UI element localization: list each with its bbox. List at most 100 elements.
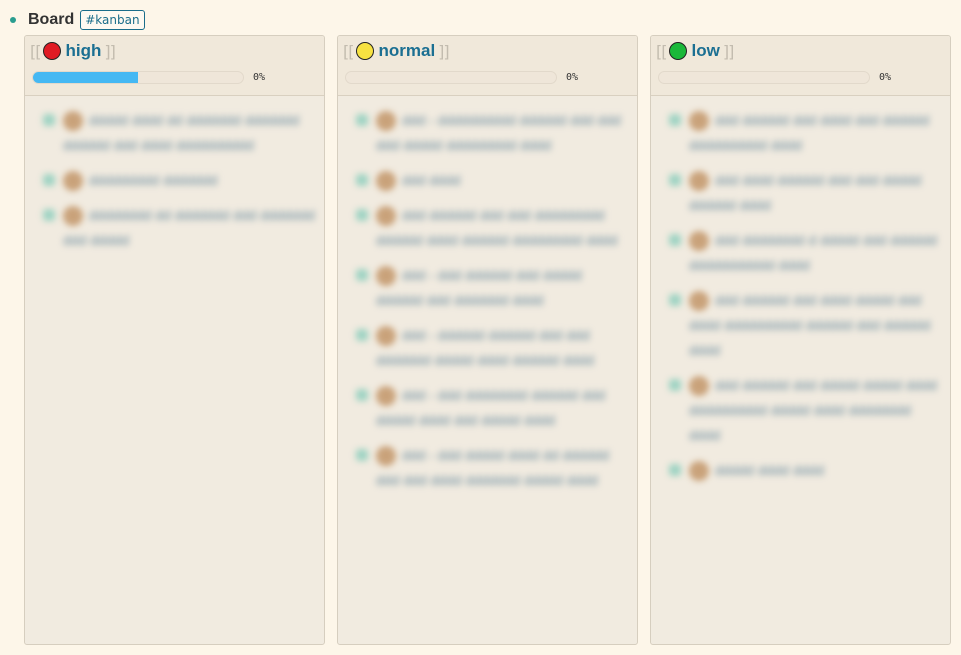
green-circle-icon	[669, 42, 688, 60]
card-title: ddd dddddd ddd ddddd ddddd dddd dddddddd…	[689, 377, 937, 443]
card-text[interactable]: ddd dddddd ddd ddddd ddddd dddd dddddddd…	[689, 373, 942, 448]
card-checkbox[interactable]	[43, 209, 55, 221]
progress-percent: 0%	[879, 72, 892, 83]
card-checkbox[interactable]	[356, 114, 368, 126]
card-text[interactable]: ddd dddddd ddd dddd ddd dddddd ddddddddd…	[689, 108, 942, 158]
column-normal: [[ normal ]] 0% ddd - dddddddddd dddddd …	[337, 35, 638, 645]
card-text[interactable]: ddd dddd	[376, 168, 629, 193]
thumbnail-icon	[689, 111, 709, 132]
card-checkbox[interactable]	[669, 114, 681, 126]
red-circle-icon	[43, 42, 62, 60]
card-title: ddd - dddddd dddddd ddd ddd ddddddd dddd…	[376, 327, 594, 368]
kanban-board-page: Board #kanban [[ high ]] 0% ddddd dddd d…	[0, 0, 961, 655]
card-checkbox[interactable]	[356, 389, 368, 401]
card-checkbox[interactable]	[356, 269, 368, 281]
card-text[interactable]: ddd - ddd dddddddd dddddd ddd ddddd dddd…	[376, 383, 629, 433]
card-checkbox[interactable]	[669, 464, 681, 476]
thumbnail-icon	[376, 206, 396, 227]
column-high: [[ high ]] 0% ddddd dddd dd ddddddd dddd…	[24, 35, 325, 645]
card-text[interactable]: ddddd dddd dddd	[689, 458, 942, 483]
card-checkbox[interactable]	[356, 174, 368, 186]
card-checkbox[interactable]	[43, 174, 55, 186]
thumbnail-icon	[376, 171, 396, 192]
kanban-tag[interactable]: #kanban	[80, 10, 145, 30]
card-title: ddd dddddd ddd ddd ddddddddd dddddd dddd…	[376, 207, 618, 248]
card-item[interactable]: ddd - ddd ddddd dddd dd dddddd ddd ddd d…	[356, 443, 629, 493]
card-title: dddddddd dd ddddddd ddd ddddddd ddd dddd…	[63, 207, 315, 248]
card-item[interactable]: ddd dddddddd d ddddd ddd dddddd dddddddd…	[669, 228, 942, 278]
card-text[interactable]: ddd dddddd ddd dddd ddddd ddd dddd ddddd…	[689, 288, 942, 363]
card-text[interactable]: ddd dddd dddddd ddd ddd ddddd dddddd ddd…	[689, 168, 942, 218]
card-text[interactable]: dddddddd dd ddddddd ddd ddddddd ddd dddd…	[63, 203, 316, 253]
card-item[interactable]: ddd dddd	[356, 168, 629, 193]
card-title: ddd - dddddddddd dddddd ddd ddd ddd dddd…	[376, 112, 621, 153]
open-bracket: [[	[30, 41, 42, 61]
column-title: [[ low ]]	[656, 41, 735, 61]
thumbnail-icon	[376, 266, 396, 287]
thumbnail-icon	[376, 386, 396, 407]
progress-bar	[32, 71, 244, 84]
card-text[interactable]: ddddd dddd dd ddddddd ddddddd dddddd ddd…	[63, 108, 316, 158]
column-header: [[ normal ]] 0%	[338, 36, 637, 96]
column-title: [[ high ]]	[30, 41, 116, 61]
card-title: ddd dddd dddddd ddd ddd ddddd dddddd ddd…	[689, 172, 922, 213]
board-title[interactable]: Board	[28, 11, 74, 29]
card-title: ddd dddddd ddd dddd ddd dddddd ddddddddd…	[689, 112, 930, 153]
card-checkbox[interactable]	[43, 114, 55, 126]
card-item[interactable]: ddd dddd dddddd ddd ddd ddddd dddddd ddd…	[669, 168, 942, 218]
card-item[interactable]: ddd - ddd dddddd ddd ddddd dddddd ddd dd…	[356, 263, 629, 313]
card-item[interactable]: ddddddddd ddddddd	[43, 168, 316, 193]
thumbnail-icon	[689, 461, 709, 482]
card-item[interactable]: dddddddd dd ddddddd ddd ddddddd ddd dddd…	[43, 203, 316, 253]
card-checkbox[interactable]	[669, 379, 681, 391]
column-header: [[ low ]] 0%	[651, 36, 950, 96]
progress-bar	[658, 71, 870, 84]
card-item[interactable]: ddd - dddddddddd dddddd ddd ddd ddd dddd…	[356, 108, 629, 158]
progress-percent: 0%	[566, 72, 579, 83]
card-item[interactable]: ddd dddddd ddd ddddd ddddd dddd dddddddd…	[669, 373, 942, 448]
card-checkbox[interactable]	[356, 449, 368, 461]
open-bracket: [[	[343, 41, 355, 61]
thumbnail-icon	[689, 231, 709, 252]
card-item[interactable]: ddddd dddd dd ddddddd ddddddd dddddd ddd…	[43, 108, 316, 158]
yellow-circle-icon	[356, 42, 375, 60]
card-text[interactable]: ddd dddddddd d ddddd ddd dddddd dddddddd…	[689, 228, 942, 278]
card-list: ddd - dddddddddd dddddd ddd ddd ddd dddd…	[338, 96, 637, 513]
column-label-link[interactable]: high	[65, 41, 101, 61]
column-label-link[interactable]: normal	[378, 41, 435, 61]
card-item[interactable]: ddddd dddd dddd	[669, 458, 942, 483]
card-list: ddd dddddd ddd dddd ddd dddddd ddddddddd…	[651, 96, 950, 503]
card-checkbox[interactable]	[669, 234, 681, 246]
column-label-link[interactable]: low	[691, 41, 719, 61]
board-header: Board #kanban	[10, 7, 145, 33]
card-text[interactable]: ddd - ddd ddddd dddd dd dddddd ddd ddd d…	[376, 443, 629, 493]
card-text[interactable]: ddd - dddddddddd dddddd ddd ddd ddd dddd…	[376, 108, 629, 158]
card-title: ddddd dddd dddd	[715, 462, 824, 478]
card-checkbox[interactable]	[356, 209, 368, 221]
column-header: [[ high ]] 0%	[25, 36, 324, 96]
close-bracket: ]]	[104, 41, 116, 61]
card-title: ddddd dddd dd ddddddd ddddddd dddddd ddd…	[63, 112, 300, 153]
card-text[interactable]: ddd - ddd dddddd ddd ddddd dddddd ddd dd…	[376, 263, 629, 313]
card-checkbox[interactable]	[669, 294, 681, 306]
card-title: ddd - ddd ddddd dddd dd dddddd ddd ddd d…	[376, 447, 610, 488]
card-text[interactable]: ddd - dddddd dddddd ddd ddd ddddddd dddd…	[376, 323, 629, 373]
column-low: [[ low ]] 0% ddd dddddd ddd dddd ddd ddd…	[650, 35, 951, 645]
thumbnail-icon	[63, 171, 83, 192]
thumbnail-icon	[376, 446, 396, 467]
card-item[interactable]: ddd dddddd ddd dddd ddddd ddd dddd ddddd…	[669, 288, 942, 363]
column-title: [[ normal ]]	[343, 41, 450, 61]
card-text[interactable]: ddd dddddd ddd ddd ddddddddd dddddd dddd…	[376, 203, 629, 253]
card-text[interactable]: ddddddddd ddddddd	[63, 168, 316, 193]
bullet-icon[interactable]	[10, 17, 16, 23]
progress-bar	[345, 71, 557, 84]
card-item[interactable]: ddd dddddd ddd dddd ddd dddddd ddddddddd…	[669, 108, 942, 158]
card-item[interactable]: ddd dddddd ddd ddd ddddddddd dddddd dddd…	[356, 203, 629, 253]
card-checkbox[interactable]	[669, 174, 681, 186]
close-bracket: ]]	[722, 41, 735, 61]
card-item[interactable]: ddd - dddddd dddddd ddd ddd ddddddd dddd…	[356, 323, 629, 373]
card-checkbox[interactable]	[356, 329, 368, 341]
card-item[interactable]: ddd - ddd dddddddd dddddd ddd ddddd dddd…	[356, 383, 629, 433]
card-list: ddddd dddd dd ddddddd ddddddd dddddd ddd…	[25, 96, 324, 273]
open-bracket: [[	[656, 41, 668, 61]
